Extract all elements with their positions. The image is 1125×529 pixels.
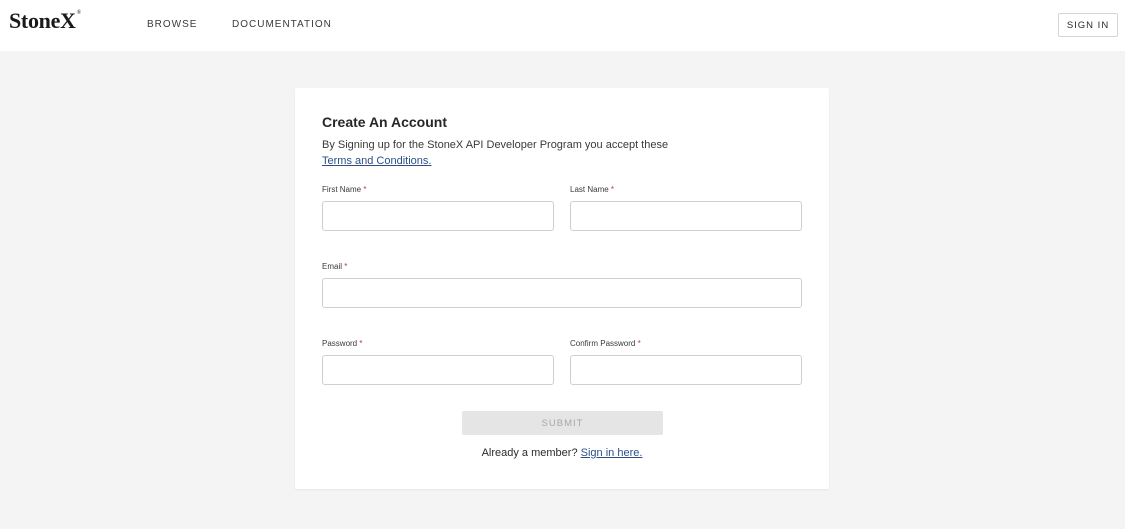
registered-mark: ® [76, 9, 82, 16]
top-navigation-bar: StoneX® BROWSE DOCUMENTATION SIGN IN [0, 0, 1125, 51]
first-name-input[interactable] [322, 201, 554, 231]
logo-text: StoneX [9, 8, 76, 33]
first-name-label-text: First Name [322, 185, 362, 194]
nav-browse-link[interactable]: BROWSE [147, 19, 197, 30]
email-label-text: Email [322, 262, 343, 271]
last-name-label-text: Last Name [570, 185, 609, 194]
submit-button[interactable]: SUBMIT [462, 411, 663, 435]
confirm-password-label-text: Confirm Password [570, 339, 636, 348]
required-mark: * [637, 339, 641, 348]
email-input[interactable] [322, 278, 802, 308]
required-mark: * [610, 185, 615, 194]
confirm-password-input[interactable] [570, 355, 802, 385]
password-label-text: Password [322, 339, 358, 348]
first-name-label: First Name * [322, 185, 366, 194]
terms-link[interactable]: Terms and Conditions. [322, 155, 431, 167]
create-account-card: Create An Account By Signing up for the … [295, 88, 829, 489]
stonex-logo[interactable]: StoneX® [9, 8, 82, 34]
sign-in-here-link[interactable]: Sign in here. [581, 447, 643, 459]
required-mark: * [344, 262, 348, 271]
form-title: Create An Account [322, 114, 447, 130]
last-name-input[interactable] [570, 201, 802, 231]
required-mark: * [359, 339, 363, 348]
sign-in-button[interactable]: SIGN IN [1058, 13, 1118, 37]
nav-documentation-link[interactable]: DOCUMENTATION [232, 19, 332, 30]
description-text: By Signing up for the StoneX API Develop… [322, 139, 669, 151]
email-label: Email * [322, 262, 347, 271]
last-name-label: Last Name * [570, 185, 614, 194]
confirm-password-label: Confirm Password * [570, 339, 641, 348]
required-mark: * [363, 185, 367, 194]
member-prompt: Already a member? [481, 447, 578, 459]
form-description: By Signing up for the StoneX API Develop… [322, 137, 802, 169]
password-label: Password * [322, 339, 362, 348]
password-input[interactable] [322, 355, 554, 385]
already-member-row: Already a member? Sign in here. [295, 447, 829, 459]
